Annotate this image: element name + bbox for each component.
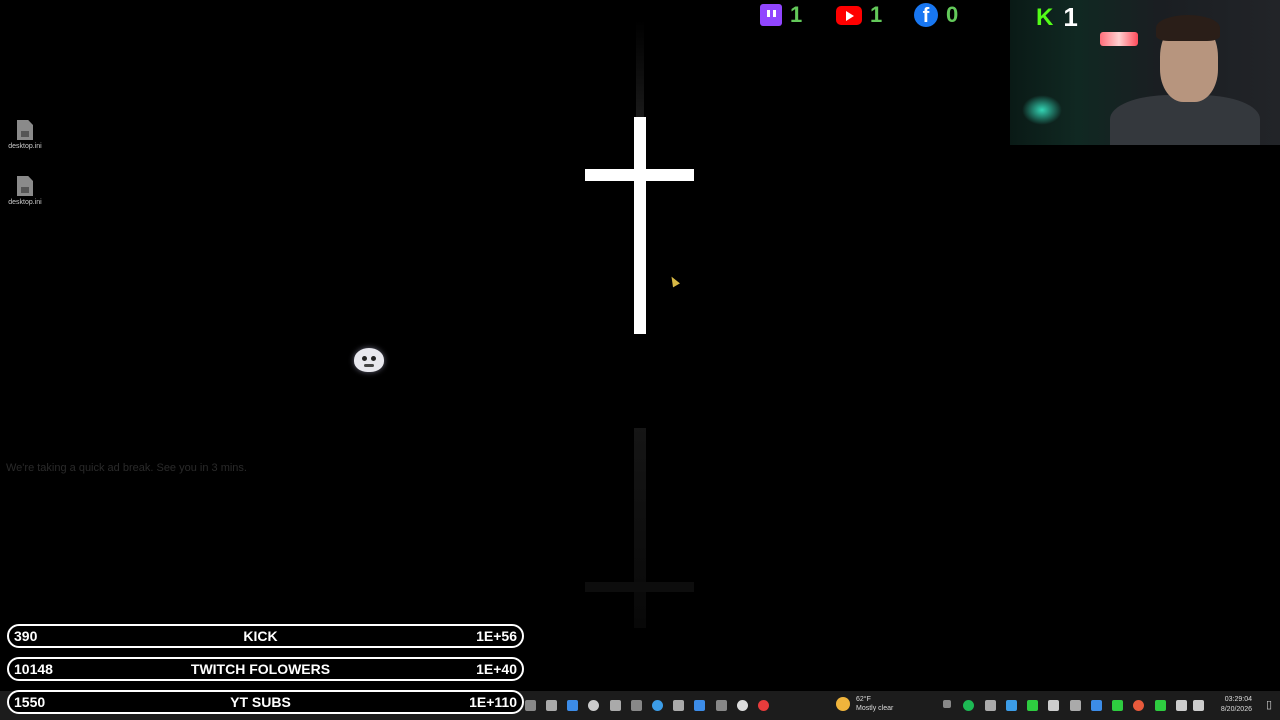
ghost-mouth <box>364 364 374 367</box>
desktop-file-icon-2[interactable]: desktop.ini <box>4 176 46 206</box>
goal-target: 1E+56 <box>476 628 517 644</box>
weather-widget[interactable]: 62°F Mostly clear <box>836 695 893 713</box>
app-icon[interactable] <box>546 700 557 711</box>
weather-desc: Mostly clear <box>856 705 894 712</box>
chevron-up-icon[interactable] <box>943 700 951 708</box>
chat-text: We're taking a quick ad break. See you i… <box>6 462 247 474</box>
webcam-ring-light <box>1100 32 1138 46</box>
chat-message: We're taking a quick ad break. See you i… <box>6 462 247 474</box>
goal-current: 10148 <box>14 661 53 677</box>
cross-vertical-beam <box>634 117 646 334</box>
clock[interactable]: 03:29:04 8/20/2026 <box>1221 695 1252 715</box>
kick-counter: K 1 <box>1036 2 1078 33</box>
tray-icon[interactable] <box>1112 700 1123 711</box>
microphone-icon[interactable] <box>1155 700 1166 711</box>
cross-reflection-vertical <box>634 428 646 628</box>
weather-temp: 62°F <box>856 696 871 703</box>
tray-icon[interactable] <box>985 700 996 711</box>
youtube-counter: 1 <box>836 2 882 28</box>
app-icon[interactable] <box>673 700 684 711</box>
mouse-cursor-icon <box>668 274 680 288</box>
facebook-counter: f 0 <box>914 2 958 28</box>
tray-icon[interactable] <box>1133 700 1144 711</box>
file-icon <box>17 176 33 196</box>
desktop-icon-label: desktop.ini <box>8 143 42 150</box>
tray-icon[interactable] <box>1027 700 1038 711</box>
app-icon[interactable] <box>737 700 748 711</box>
desktop-icon-label: desktop.ini <box>8 199 42 206</box>
tray-icon[interactable] <box>1070 700 1081 711</box>
app-icon[interactable] <box>652 700 663 711</box>
goal-name: TWITCH FOLOWERS <box>190 661 331 677</box>
cross-horizontal-beam <box>585 169 694 181</box>
app-icon[interactable] <box>758 700 769 711</box>
moon-icon <box>836 697 850 711</box>
desktop-file-icon-1[interactable]: desktop.ini <box>4 120 46 150</box>
webcam-person-hair <box>1156 15 1220 41</box>
cross-glow <box>636 20 644 120</box>
goal-name: YT SUBS <box>230 694 291 710</box>
goal-bar-kick: 390 KICK 1E+56 <box>7 624 524 648</box>
facebook-icon: f <box>914 3 938 27</box>
youtube-icon <box>836 5 862 25</box>
file-icon <box>17 120 33 140</box>
cross-reflection-horizontal <box>585 582 694 592</box>
tray-icon[interactable] <box>1048 700 1059 711</box>
app-icon[interactable] <box>610 700 621 711</box>
twitch-counter: 1 <box>760 2 802 28</box>
goal-current: 390 <box>14 628 38 644</box>
app-icon[interactable] <box>694 700 705 711</box>
ghost-eye <box>371 356 376 361</box>
ghost-eye <box>362 356 367 361</box>
clock-date: 8/20/2026 <box>1220 706 1252 713</box>
kick-count: 1 <box>1063 2 1078 32</box>
facebook-count: 0 <box>946 2 959 27</box>
kick-icon: K <box>1036 3 1054 31</box>
twitch-icon <box>760 4 782 26</box>
notification-icon[interactable]: ▯ <box>1266 698 1272 711</box>
app-icon[interactable] <box>588 700 599 711</box>
youtube-count: 1 <box>870 2 883 27</box>
app-icon[interactable] <box>716 700 727 711</box>
webcam-person-body <box>1110 95 1260 145</box>
network-icon[interactable] <box>1176 700 1187 711</box>
app-icon[interactable] <box>631 700 642 711</box>
twitch-count: 1 <box>790 2 803 27</box>
goal-bar-twitch: 10148 TWITCH FOLOWERS 1E+40 <box>7 657 524 681</box>
steam-icon[interactable] <box>1091 700 1102 711</box>
goal-target: 1E+110 <box>469 694 517 710</box>
app-icon[interactable] <box>525 700 536 711</box>
app-icon[interactable] <box>567 700 578 711</box>
clock-time: 03:29:04 <box>1224 696 1252 703</box>
goal-bar-youtube: 1550 YT SUBS 1E+110 <box>7 690 524 714</box>
tray-icon[interactable] <box>1006 700 1017 711</box>
webcam-teal-light <box>1022 95 1062 125</box>
goal-target: 1E+40 <box>476 661 517 677</box>
ghost-icon <box>354 348 384 372</box>
tray-icon[interactable] <box>963 700 974 711</box>
volume-icon[interactable] <box>1193 700 1204 711</box>
goal-current: 1550 <box>14 694 46 710</box>
goal-name: KICK <box>243 628 278 644</box>
webcam-feed: K 1 <box>1010 0 1280 145</box>
